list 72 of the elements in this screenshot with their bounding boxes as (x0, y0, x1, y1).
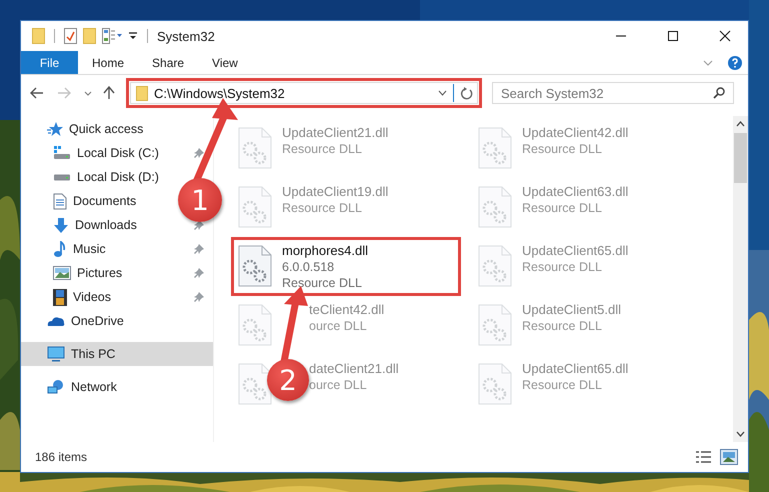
file-name: UpdateClient42.dll (522, 124, 628, 141)
properties-icon[interactable] (64, 28, 77, 44)
nav-item[interactable]: Music (21, 237, 213, 261)
file-type: ource DLL (309, 318, 368, 334)
up-icon[interactable] (103, 86, 115, 100)
nav-item[interactable]: Videos (21, 285, 213, 309)
file-name: dateClient21.dll (309, 360, 399, 377)
nav-item[interactable]: Quick access (21, 117, 150, 141)
window-title: System32 (157, 28, 215, 44)
file-type: ource DLL (309, 377, 368, 393)
file-name: UpdateClient19.dll (282, 183, 388, 200)
nav-item[interactable]: Local Disk (C:) (21, 141, 213, 165)
file-type: Resource DLL (522, 200, 603, 216)
nav-item[interactable]: Documents (21, 189, 142, 213)
file-name: UpdateClient65.dll (522, 242, 628, 259)
customize-icon[interactable] (128, 31, 138, 41)
ribbon-tab[interactable]: Share (138, 51, 198, 74)
dll-file-icon[interactable] (238, 245, 272, 287)
nav-item[interactable]: Pictures (21, 261, 213, 285)
help-icon[interactable] (728, 56, 742, 70)
refresh-icon[interactable] (460, 86, 473, 100)
cloud-icon (47, 315, 65, 327)
scrollbar[interactable] (733, 116, 748, 442)
item-count: 186 items (35, 450, 88, 464)
file-version: 6.0.0.518 (282, 259, 336, 275)
ribbon-tab[interactable]: Home (78, 51, 138, 74)
file-name: UpdateClient63.dll (522, 183, 628, 200)
file-type: Resource DLL (282, 200, 363, 216)
back-icon[interactable] (30, 87, 44, 99)
drive-icon (53, 174, 71, 180)
film-icon (53, 288, 67, 306)
file-type: Resource DLL (522, 377, 603, 393)
file-tab[interactable]: File (21, 51, 78, 74)
monitor-icon (47, 346, 65, 362)
music-note-icon (53, 240, 67, 258)
star-icon (47, 121, 63, 137)
file-type: Resource DLL (282, 141, 363, 157)
search-icon[interactable] (713, 87, 725, 99)
nav-item[interactable]: Local Disk (D:) (21, 165, 165, 189)
nav-item[interactable]: OneDrive (21, 309, 130, 333)
maximize-icon (667, 30, 679, 42)
ribbon-tab[interactable]: View (198, 51, 252, 74)
file-name: UpdateClient5.dll (522, 301, 622, 318)
scroll-up-icon[interactable] (736, 121, 745, 127)
close-icon (719, 30, 731, 42)
file-name: morphores4.dll (282, 242, 368, 259)
file-type: Resource DLL (282, 275, 363, 291)
nav-item[interactable]: Network (21, 375, 123, 399)
folder-icon (136, 86, 148, 100)
caret-icon[interactable] (438, 90, 447, 96)
file-type: Resource DLL (522, 259, 603, 275)
nav-item[interactable]: This PC (21, 342, 213, 366)
large-icons-view-icon[interactable] (720, 449, 738, 465)
selected-file-item[interactable]: morphores4.dll 6.0.0.518 Resource DLL (232, 238, 460, 295)
minimize-icon (615, 35, 627, 37)
file-name: UpdateClient65.dll (522, 360, 628, 377)
file-type: Resource DLL (522, 141, 603, 157)
drive-icon (53, 145, 71, 161)
details-view-icon[interactable] (695, 450, 712, 464)
search-field[interactable]: Search System32 (492, 82, 734, 104)
scroll-thumb[interactable] (734, 133, 747, 183)
network-icon (47, 379, 65, 395)
chevron-icon[interactable] (703, 60, 713, 66)
file-name: UpdateClient21.dll (282, 124, 388, 141)
file-name: teClient42.dll (309, 301, 384, 318)
document-icon (53, 192, 67, 210)
download-icon (53, 216, 69, 234)
caret-icon[interactable] (84, 90, 92, 96)
scroll-down-icon[interactable] (736, 431, 745, 437)
picture-icon (53, 266, 71, 280)
file-type: Resource DLL (522, 318, 603, 334)
view-options-icon[interactable] (102, 28, 122, 44)
